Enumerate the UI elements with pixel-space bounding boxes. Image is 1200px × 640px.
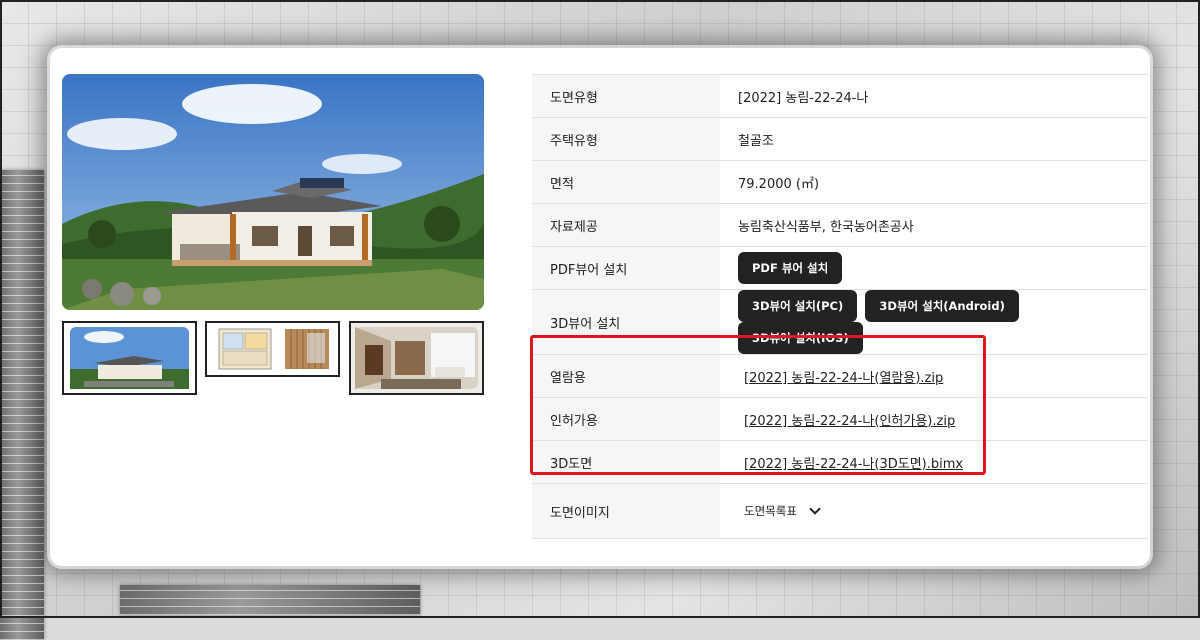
plan-image-select-value: 도면목록표 — [744, 504, 797, 518]
row-3d-file: 3D도면 [2022] 농림-22-24-나(3D도면).bimx — [532, 440, 1148, 484]
row-plan-type: 도면유형 [2022] 농림-22-24-나 — [532, 74, 1148, 118]
label-3d-file: 3D도면 — [532, 440, 720, 484]
value-provider: 농림축산식품부, 한국농어촌공사 — [720, 203, 1148, 247]
row-provider: 자료제공 농림축산식품부, 한국농어촌공사 — [532, 203, 1148, 247]
row-permit-file: 인허가용 [2022] 농림-22-24-나(인허가용).zip — [532, 397, 1148, 441]
thumbnail-house-exterior[interactable] — [62, 321, 197, 395]
row-3d-viewer: 3D뷰어 설치 3D뷰어 설치(PC) 3D뷰어 설치(Android) 3D뷰… — [532, 289, 1148, 355]
thumbnail-strip — [62, 321, 486, 395]
plan-image-select[interactable]: 도면목록표 — [738, 501, 825, 521]
3d-viewer-ios-button[interactable]: 3D뷰어 설치(IOS) — [738, 322, 863, 354]
label-house-type: 주택유형 — [532, 117, 720, 161]
label-pdf-viewer: PDF뷰어 설치 — [532, 246, 720, 290]
label-3d-viewer: 3D뷰어 설치 — [532, 289, 720, 355]
value-plan-type: [2022] 농림-22-24-나 — [720, 74, 1148, 118]
row-plan-image: 도면이미지 도면목록표 — [532, 483, 1148, 539]
3d-viewer-android-button[interactable]: 3D뷰어 설치(Android) — [865, 290, 1019, 322]
row-pdf-viewer: PDF뷰어 설치 PDF 뷰어 설치 — [532, 246, 1148, 290]
label-area: 면적 — [532, 160, 720, 204]
permit-file-download-link[interactable]: [2022] 농림-22-24-나(인허가용).zip — [738, 414, 955, 429]
label-view-file: 열람용 — [532, 354, 720, 398]
label-plan-type: 도면유형 — [532, 74, 720, 118]
pdf-viewer-install-button[interactable]: PDF 뷰어 설치 — [738, 252, 843, 284]
plan-detail-card: 도면유형 [2022] 농림-22-24-나 주택유형 철골조 면적 79.20… — [50, 48, 1150, 566]
label-provider: 자료제공 — [532, 203, 720, 247]
thumbnail-floor-plan[interactable] — [205, 321, 340, 377]
plan-info-table: 도면유형 [2022] 농림-22-24-나 주택유형 철골조 면적 79.20… — [532, 74, 1148, 539]
label-permit-file: 인허가용 — [532, 397, 720, 441]
value-house-type: 철골조 — [720, 117, 1148, 161]
view-file-download-link[interactable]: [2022] 농림-22-24-나(열람용).zip — [738, 371, 943, 386]
row-view-file: 열람용 [2022] 농림-22-24-나(열람용).zip — [532, 354, 1148, 398]
thumbnail-interior[interactable] — [349, 321, 484, 395]
row-area: 면적 79.2000 (㎡) — [532, 160, 1148, 204]
3d-viewer-pc-button[interactable]: 3D뷰어 설치(PC) — [738, 290, 858, 322]
value-area: 79.2000 (㎡) — [720, 160, 1148, 204]
row-house-type: 주택유형 철골조 — [532, 117, 1148, 161]
label-plan-image: 도면이미지 — [532, 483, 720, 539]
ruler-decoration-bottom — [120, 585, 420, 615]
ruler-decoration-left — [0, 170, 44, 640]
main-house-image[interactable] — [62, 74, 484, 310]
3d-file-download-link[interactable]: [2022] 농림-22-24-나(3D도면).bimx — [738, 457, 963, 472]
chevron-down-icon — [809, 503, 821, 515]
